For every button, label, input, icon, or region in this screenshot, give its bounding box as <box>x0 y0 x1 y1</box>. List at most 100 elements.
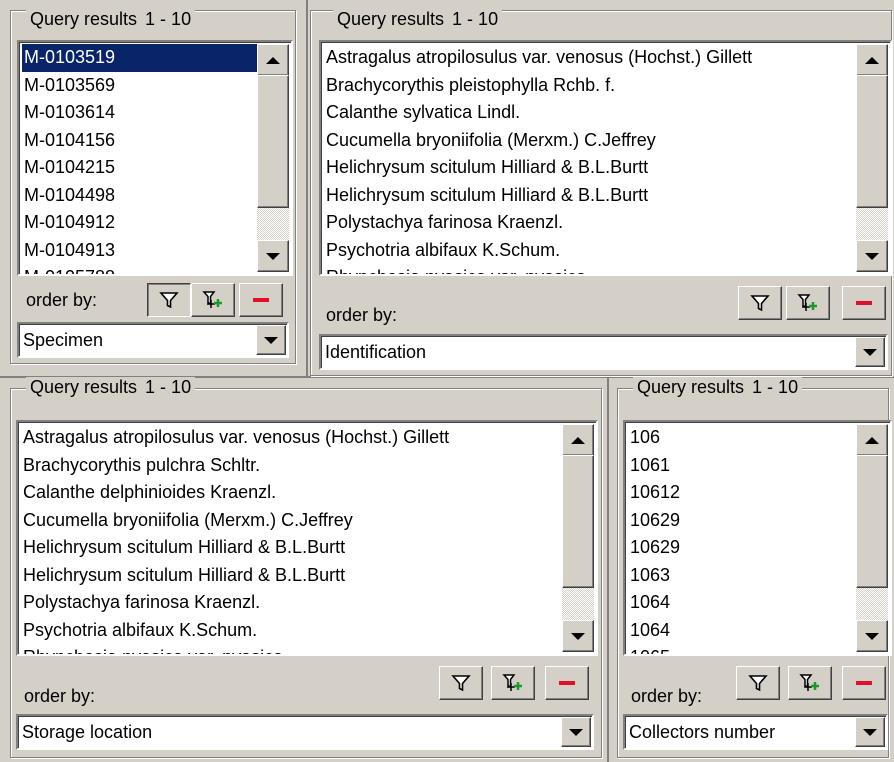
list-item[interactable]: M-0104215 <box>22 154 257 182</box>
add-filter-button[interactable] <box>788 666 832 700</box>
scroll-up-button[interactable] <box>257 44 289 76</box>
list-item[interactable]: Rhynchosia nyasica var. nyasica <box>21 644 562 654</box>
list-item[interactable]: 1064 <box>628 617 856 645</box>
list-item[interactable]: Astragalus atropilosulus var. venosus (H… <box>324 44 856 72</box>
results-list[interactable]: Astragalus atropilosulus var. venosus (H… <box>319 40 892 276</box>
scrollbar-thumb[interactable] <box>856 75 888 208</box>
list-item[interactable]: Calanthe sylvatica Lindl. <box>324 99 856 127</box>
scroll-down-button[interactable] <box>856 240 888 272</box>
group-legend: Query results 1 - 10 <box>333 9 503 29</box>
group-legend: Query results 1 - 10 <box>26 377 196 397</box>
filter-button[interactable] <box>736 666 780 700</box>
results-list[interactable]: 10610611061210629106291063106410641065 <box>623 420 892 656</box>
remove-icon <box>557 678 577 688</box>
scroll-down-button[interactable] <box>562 620 594 652</box>
list-item[interactable]: Psychotria albifaux K.Schum. <box>324 237 856 265</box>
dropdown-button[interactable] <box>855 717 885 747</box>
vertical-scrollbar[interactable] <box>257 44 289 272</box>
chevron-down-icon <box>863 348 877 356</box>
list-item[interactable]: M-0103569 <box>22 72 257 100</box>
list-item[interactable]: 106 <box>628 424 856 452</box>
dropdown-button[interactable] <box>256 325 286 355</box>
legend-range: 1 - 10 <box>752 377 799 397</box>
legend-title: Query results <box>30 9 138 29</box>
list-item[interactable]: Psychotria albifaux K.Schum. <box>21 617 562 645</box>
chevron-down-icon <box>863 728 877 736</box>
list-item[interactable]: M-0105788 <box>22 264 257 274</box>
list-item[interactable]: 1063 <box>628 562 856 590</box>
list-item[interactable]: Brachycorythis pulchra Schltr. <box>21 452 562 480</box>
list-item[interactable]: Astragalus atropilosulus var. venosus (H… <box>21 424 562 452</box>
order-by-value: Collectors number <box>629 722 776 742</box>
list-item[interactable]: Cucumella bryoniifolia (Merxm.) C.Jeffre… <box>324 127 856 155</box>
list-item[interactable]: Brachycorythis pleistophylla Rchb. f. <box>324 72 856 100</box>
list-item[interactable]: Helichrysum scitulum Hilliard & B.L.Burt… <box>324 182 856 210</box>
list-item[interactable]: Polystachya farinosa Kraenzl. <box>324 209 856 237</box>
filter-icon <box>159 290 179 310</box>
remove-button[interactable] <box>842 286 886 320</box>
filter-button[interactable] <box>738 286 782 320</box>
filter-add-icon <box>797 292 819 314</box>
arrow-down-icon <box>865 632 879 640</box>
list-item[interactable]: Helichrysum scitulum Hilliard & B.L.Burt… <box>21 534 562 562</box>
vertical-scrollbar[interactable] <box>856 424 888 652</box>
list-item[interactable]: Helichrysum scitulum Hilliard & B.L.Burt… <box>324 154 856 182</box>
order-by-select[interactable]: Identification <box>319 334 888 370</box>
scrollbar-thumb[interactable] <box>257 75 289 208</box>
arrow-up-icon <box>571 436 585 444</box>
filter-button[interactable] <box>439 666 483 700</box>
filter-icon <box>750 293 770 313</box>
scroll-up-button[interactable] <box>562 424 594 456</box>
remove-button[interactable] <box>842 666 886 700</box>
results-list[interactable]: M-0103519 M-0103569 M-0103614 M-0104156 M-01… <box>17 40 293 276</box>
remove-button[interactable] <box>545 666 589 700</box>
scrollbar-thumb[interactable] <box>562 455 594 588</box>
results-items: M-0103519 M-0103569 M-0103614 M-0104156 M-01… <box>22 44 257 274</box>
vertical-scrollbar[interactable] <box>562 424 594 652</box>
list-item[interactable]: M-0104498 <box>22 182 257 210</box>
list-item[interactable]: M-0104912 <box>22 209 257 237</box>
list-item[interactable]: M-0104156 <box>22 127 257 155</box>
remove-button[interactable] <box>239 283 283 317</box>
list-item[interactable]: Polystachya farinosa Kraenzl. <box>21 589 562 617</box>
group-legend: Query results 1 - 10 <box>633 377 803 397</box>
list-item[interactable]: 10629 <box>628 534 856 562</box>
results-items: 10610611061210629106291063106410641065 <box>628 424 856 654</box>
list-item[interactable]: Rhynchosia nyasica var. nyasica <box>324 264 856 274</box>
dropdown-button[interactable] <box>855 337 885 367</box>
filter-button[interactable] <box>147 283 191 317</box>
legend-title: Query results <box>637 377 745 397</box>
add-filter-button[interactable] <box>786 286 830 320</box>
list-item[interactable]: M-0103614 <box>22 99 257 127</box>
chevron-down-icon <box>264 336 278 344</box>
add-filter-button[interactable] <box>191 283 235 317</box>
list-item[interactable]: Helichrysum scitulum Hilliard & B.L.Burt… <box>21 562 562 590</box>
scroll-down-button[interactable] <box>257 240 289 272</box>
remove-icon <box>854 298 874 308</box>
list-item[interactable]: M-0104913 <box>22 237 257 265</box>
vertical-scrollbar[interactable] <box>856 44 888 272</box>
order-by-value: Specimen <box>23 330 104 350</box>
list-item[interactable]: 1061 <box>628 452 856 480</box>
order-by-select[interactable]: Collectors number <box>623 714 888 750</box>
add-filter-button[interactable] <box>491 666 535 700</box>
list-item[interactable]: Calanthe delphinioides Kraenzl. <box>21 479 562 507</box>
list-item[interactable]: M-0103519 <box>22 44 257 72</box>
scroll-up-button[interactable] <box>856 424 888 456</box>
scroll-down-button[interactable] <box>856 620 888 652</box>
scrollbar-thumb[interactable] <box>856 455 888 588</box>
legend-range: 1 - 10 <box>145 377 192 397</box>
order-by-select[interactable]: Specimen <box>17 322 289 358</box>
list-item[interactable]: 1065 <box>628 644 856 654</box>
list-item[interactable]: 1064 <box>628 589 856 617</box>
dropdown-button[interactable] <box>561 717 591 747</box>
order-by-select[interactable]: Storage location <box>16 714 594 750</box>
scroll-up-button[interactable] <box>856 44 888 76</box>
arrow-up-icon <box>865 436 879 444</box>
remove-icon <box>854 678 874 688</box>
results-list[interactable]: Astragalus atropilosulus var. venosus (H… <box>16 420 598 656</box>
list-item[interactable]: 10629 <box>628 507 856 535</box>
list-item[interactable]: Cucumella bryoniifolia (Merxm.) C.Jeffre… <box>21 507 562 535</box>
list-item[interactable]: 10612 <box>628 479 856 507</box>
filter-add-icon <box>799 672 821 694</box>
